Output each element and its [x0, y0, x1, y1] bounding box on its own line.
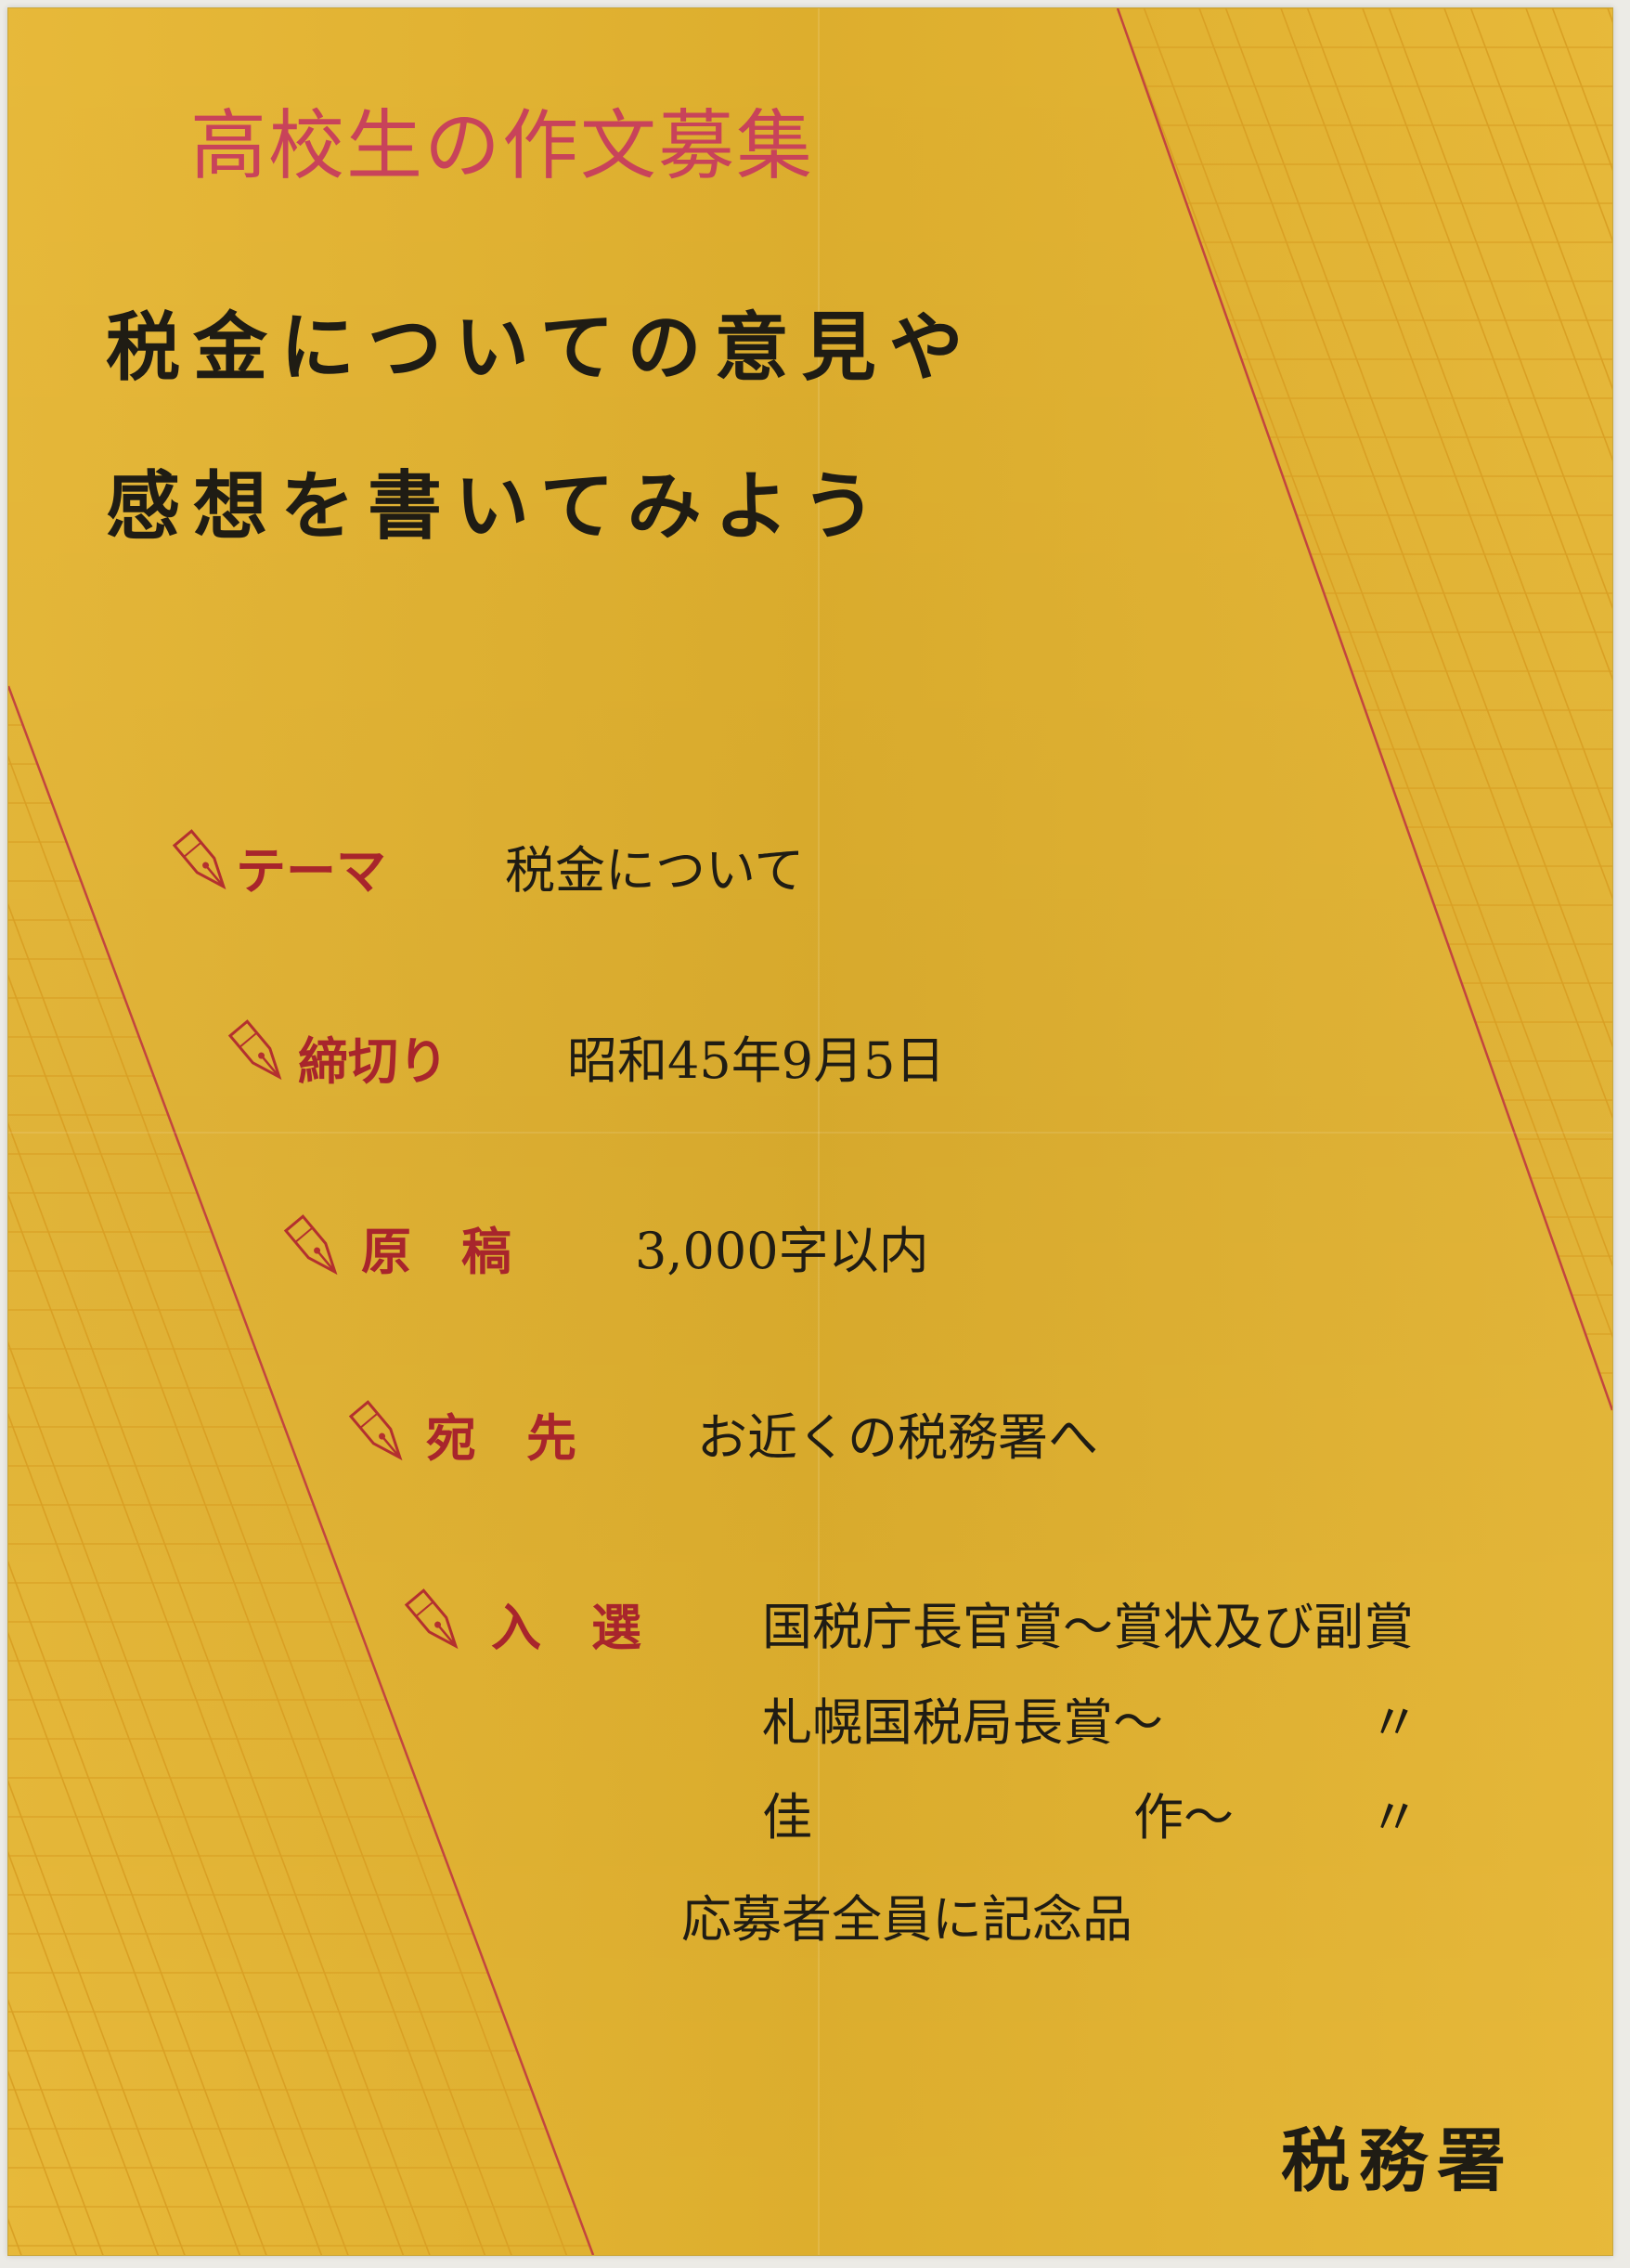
- manuscript-edge-left: [8, 685, 595, 2255]
- tax-essay-poster: 高校生の作文募集 税金についての意見や 感想を書いてみよう テーマ 税金について…: [7, 7, 1613, 2256]
- prize-2-name: 札幌国税局長賞～: [762, 1693, 1163, 1752]
- grid-column-line: [8, 686, 271, 2255]
- grid-column-line: [8, 686, 189, 2255]
- commemorative-gift-note: 応募者全員に記念品: [681, 1890, 1132, 1949]
- grid-column-line: [8, 686, 162, 2255]
- grid-column-line: [8, 686, 244, 2255]
- manuscript-value: 3,000字以内: [635, 1222, 929, 1280]
- fountain-pen-nib-icon: [398, 1585, 472, 1664]
- prize-3-left: 佳: [762, 1788, 812, 1847]
- deadline-value: 昭和45年9月5日: [567, 1031, 946, 1090]
- grid-column-line: [1224, 8, 1612, 1410]
- poster-heading: 高校生の作文募集: [190, 102, 815, 190]
- fountain-pen-nib-shape: [348, 1400, 403, 1461]
- fold-crease-horizontal: [8, 1132, 1612, 1134]
- destination-value: お近くの税務署へ: [697, 1408, 1098, 1467]
- manuscript-label: 原 稿: [361, 1222, 511, 1281]
- poster-subheading-line-1: 税金についての意見や: [106, 305, 977, 391]
- manuscript-edge-right: [1116, 8, 1612, 1411]
- fountain-pen-nib-shape: [404, 1588, 459, 1650]
- fountain-pen-nib-icon: [166, 825, 240, 904]
- organization-name: 税務署: [1281, 2121, 1515, 2201]
- prize-2-ditto: 〃: [1369, 1693, 1419, 1752]
- prize-3-ditto: 〃: [1369, 1788, 1419, 1847]
- poster-subheading-line-2: 感想を書いてみよう: [106, 463, 889, 550]
- grid-column-line: [1607, 8, 1612, 1410]
- grid-column-line: [8, 686, 26, 2255]
- selection-label: 入 選: [491, 1598, 641, 1657]
- fountain-pen-nib-shape: [283, 1214, 338, 1276]
- destination-label: 宛 先: [426, 1408, 576, 1468]
- fountain-pen-nib-icon: [343, 1396, 417, 1475]
- theme-value: 税金について: [505, 841, 805, 900]
- grid-column-line: [1388, 8, 1612, 1410]
- theme-label: テーマ: [236, 841, 386, 901]
- grid-column-line: [1280, 8, 1612, 1410]
- fountain-pen-nib-shape: [172, 829, 226, 890]
- grid-column-line: [1306, 8, 1612, 1410]
- grid-column-line: [1525, 8, 1612, 1410]
- grid-column-line: [8, 686, 108, 2255]
- fountain-pen-nib-icon: [222, 1016, 296, 1095]
- prize-3-right: 作～: [1133, 1788, 1234, 1847]
- grid-column-line: [1443, 8, 1612, 1410]
- fountain-pen-nib-shape: [227, 1019, 282, 1081]
- prize-1: 国税庁長官賞～賞状及び副賞: [762, 1598, 1414, 1656]
- grid-column-line: [1362, 8, 1612, 1410]
- grid-column-line: [8, 686, 571, 2255]
- fountain-pen-nib-icon: [278, 1211, 352, 1290]
- grid-column-line: [8, 686, 516, 2255]
- grid-column-line: [1551, 8, 1612, 1410]
- deadline-label: 締切り: [298, 1031, 448, 1091]
